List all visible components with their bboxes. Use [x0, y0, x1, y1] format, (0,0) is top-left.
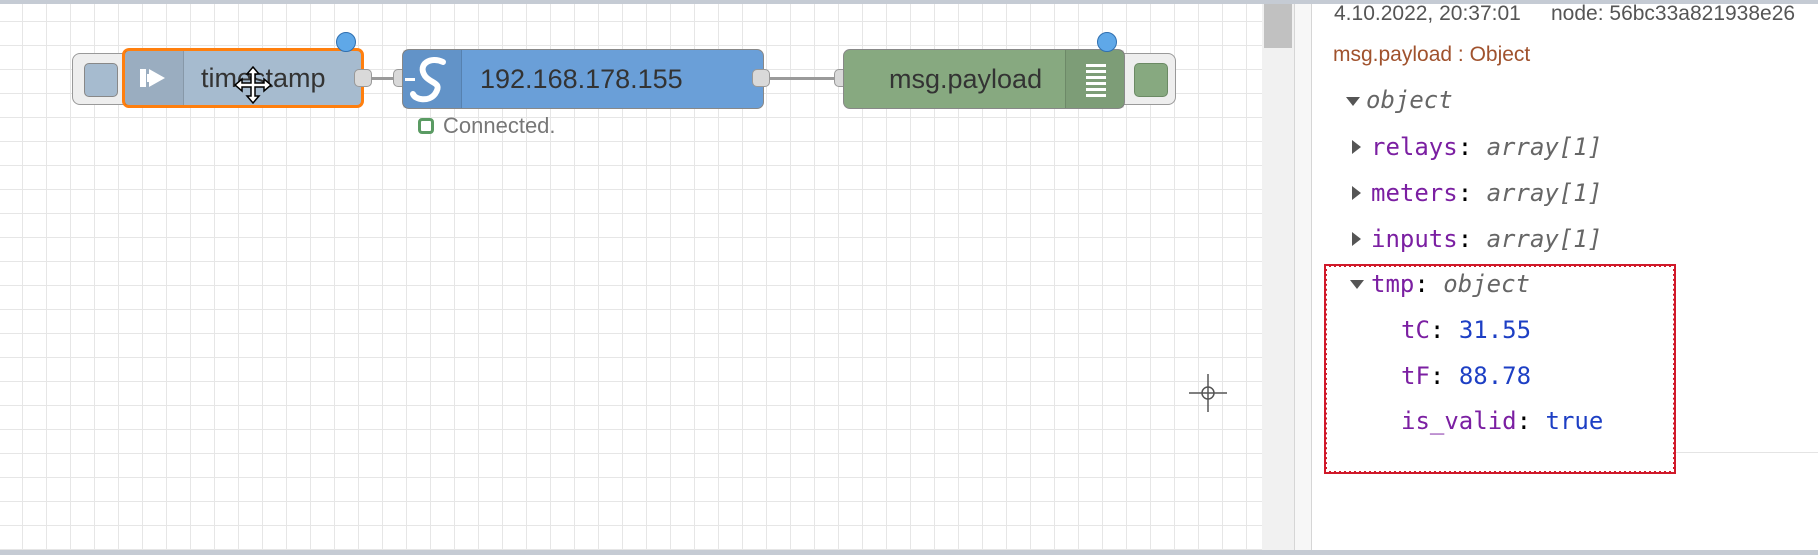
tree-entry-relays: relays: array[1] — [1371, 133, 1603, 161]
mqtt-node[interactable]: 192.168.178.155 — [402, 49, 764, 109]
mqtt-node-iconbox — [403, 50, 462, 108]
expand-caret-icon[interactable] — [1346, 97, 1360, 106]
tree-entry-meters: meters: array[1] — [1371, 179, 1603, 207]
move-cursor-icon — [233, 65, 273, 105]
highlight-box — [1324, 264, 1676, 474]
inject-node-iconbox — [125, 51, 184, 105]
debug-toggle-button[interactable] — [1116, 53, 1176, 105]
tree-key: relays — [1371, 133, 1458, 161]
websocket-s-icon — [405, 56, 446, 103]
inject-changed-indicator — [336, 32, 356, 52]
debug-node-label: msg.payload — [889, 63, 1043, 94]
collapse-caret-icon[interactable] — [1352, 232, 1361, 246]
flow-workspace[interactable]: timestamp 192.168.178.155 Connected. msg… — [0, 0, 1262, 555]
debug-node-iconbox — [1065, 50, 1124, 108]
tree-entry-inputs: inputs: array[1] — [1371, 225, 1603, 253]
mqtt-output-port[interactable] — [752, 69, 770, 87]
mqtt-status: Connected. — [418, 113, 556, 138]
status-square-icon — [418, 118, 434, 134]
bottom-border — [0, 550, 1818, 555]
tree-key: meters — [1371, 179, 1458, 207]
tree-value: array[1] — [1486, 179, 1603, 207]
debug-node[interactable]: msg.payload — [843, 49, 1125, 109]
tree-root-row[interactable]: object — [1342, 86, 1662, 116]
list-icon — [1086, 64, 1106, 97]
inject-trigger-square[interactable] — [84, 63, 118, 97]
tree-row-meters[interactable]: meters: array[1] — [1342, 179, 1662, 209]
debug-message-timestamp: 4.10.2022, 20:37:01 — [1334, 2, 1521, 25]
tree-row-inputs[interactable]: inputs: array[1] — [1342, 225, 1662, 255]
inject-output-port[interactable] — [354, 69, 372, 87]
debug-message-node-id[interactable]: node: 56bc33a821938e26 — [1551, 2, 1795, 26]
debug-toggle-square[interactable] — [1134, 63, 1168, 97]
arrow-right-icon — [140, 69, 165, 87]
mqtt-node-label: 192.168.178.155 — [480, 63, 683, 94]
tree-root-type: object — [1366, 86, 1453, 114]
tree-value: array[1] — [1486, 225, 1603, 253]
tree-row-relays[interactable]: relays: array[1] — [1342, 133, 1662, 163]
collapse-caret-icon[interactable] — [1352, 140, 1361, 154]
tree-key: inputs — [1371, 225, 1458, 253]
top-border — [0, 0, 1818, 4]
debug-message-topic: msg.payload : Object — [1333, 43, 1531, 66]
wire-mqtt-to-debug — [770, 77, 840, 80]
sidebar-resize-handle[interactable] — [1294, 4, 1312, 550]
mqtt-status-text: Connected. — [443, 113, 556, 138]
message-divider — [1676, 452, 1818, 453]
debug-changed-indicator — [1097, 32, 1117, 52]
collapse-caret-icon[interactable] — [1352, 186, 1361, 200]
tree-value: array[1] — [1486, 133, 1603, 161]
crosshair-cursor-icon — [1189, 374, 1227, 412]
workspace-vertical-scrollbar[interactable] — [1262, 4, 1294, 550]
workspace-scrollbar-thumb[interactable] — [1264, 4, 1292, 48]
inject-node[interactable]: timestamp — [122, 48, 364, 108]
